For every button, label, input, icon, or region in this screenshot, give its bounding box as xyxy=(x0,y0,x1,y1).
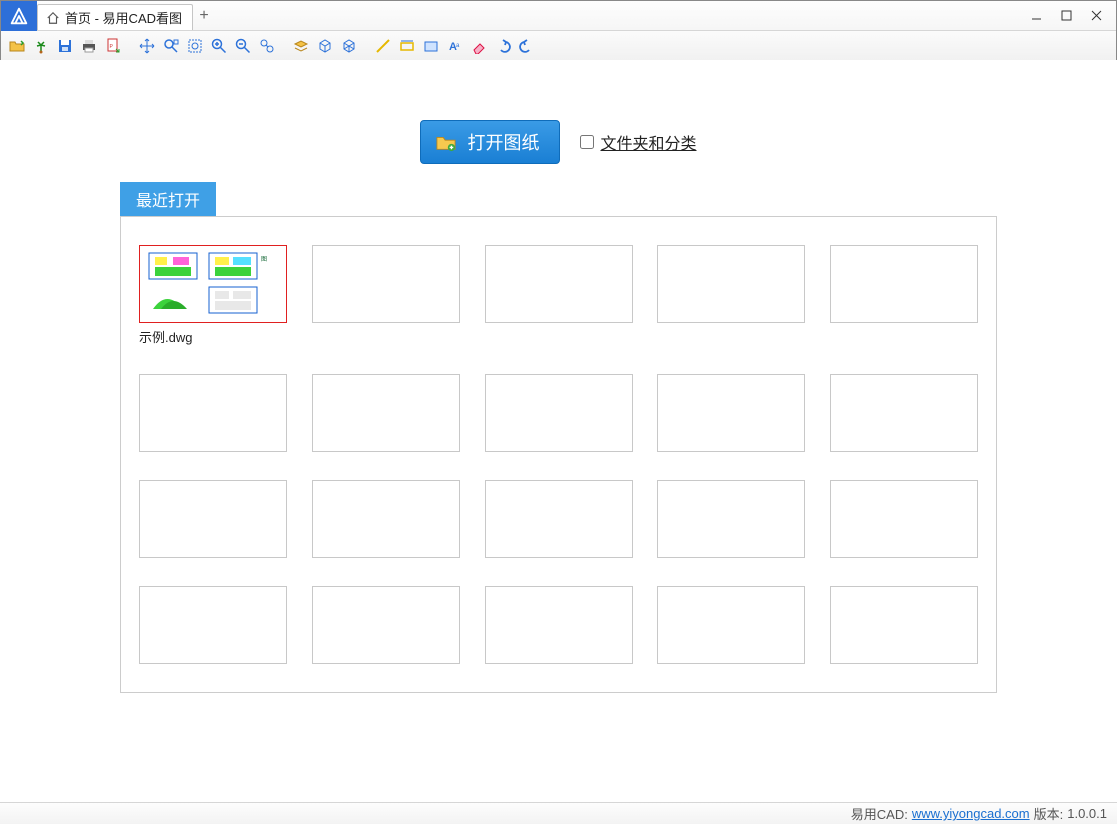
empty-slot xyxy=(312,245,460,323)
folder-category-checkbox[interactable] xyxy=(580,135,594,149)
footer-link[interactable]: www.yiyongcad.com xyxy=(912,806,1030,821)
empty-slot xyxy=(657,245,805,323)
maximize-button[interactable] xyxy=(1052,5,1080,27)
minimize-button[interactable] xyxy=(1022,5,1050,27)
zoom-in-icon[interactable] xyxy=(209,36,229,56)
measure-area-icon[interactable] xyxy=(421,36,441,56)
recent-slot xyxy=(312,374,460,452)
open-folder-icon[interactable] xyxy=(7,36,27,56)
footer-version: 1.0.0.1 xyxy=(1067,806,1107,821)
recent-slot xyxy=(657,480,805,558)
footer-brand: 易用CAD: xyxy=(851,804,908,823)
tab-home[interactable]: 首页 - 易用CAD看图 xyxy=(37,4,193,30)
zoom-out-icon[interactable] xyxy=(233,36,253,56)
undo-icon[interactable] xyxy=(493,36,513,56)
recent-slot xyxy=(657,374,805,452)
measure-line-icon[interactable] xyxy=(373,36,393,56)
empty-slot xyxy=(312,374,460,452)
empty-slot xyxy=(485,480,633,558)
recent-slot xyxy=(830,480,978,558)
home-icon xyxy=(46,11,60,25)
recent-slot xyxy=(139,480,287,558)
empty-slot xyxy=(312,586,460,664)
recent-slot xyxy=(485,374,633,452)
palm-icon[interactable] xyxy=(31,36,51,56)
export-pdf-icon[interactable]: P xyxy=(103,36,123,56)
status-bar: 易用CAD: www.yiyongcad.com 版本: 1.0.0.1 xyxy=(0,802,1117,824)
print-icon[interactable] xyxy=(79,36,99,56)
measure-rect-icon[interactable] xyxy=(397,36,417,56)
zoom-extents-icon[interactable] xyxy=(161,36,181,56)
svg-text:图: 图 xyxy=(261,256,267,263)
recent-slot xyxy=(830,245,978,346)
toolbar: P Aa xyxy=(1,31,1116,61)
empty-slot xyxy=(657,480,805,558)
recent-slot xyxy=(830,374,978,452)
redo-icon[interactable] xyxy=(517,36,537,56)
empty-slot xyxy=(139,586,287,664)
save-icon[interactable] xyxy=(55,36,75,56)
empty-slot xyxy=(312,480,460,558)
main-area: 打开图纸 文件夹和分类 最近打开 图 示例.dwg xyxy=(0,60,1117,802)
empty-slot xyxy=(139,374,287,452)
recent-slot xyxy=(139,374,287,452)
open-drawing-button[interactable]: 打开图纸 xyxy=(420,120,560,164)
recent-slot xyxy=(657,586,805,664)
tab-title: 首页 - 易用CAD看图 xyxy=(65,8,182,27)
window-controls xyxy=(1022,1,1116,30)
app-logo xyxy=(1,1,37,31)
folder-category-label: 文件夹和分类 xyxy=(600,130,696,154)
recent-slot[interactable]: 图 示例.dwg xyxy=(139,245,287,346)
eraser-icon[interactable] xyxy=(469,36,489,56)
recent-slot xyxy=(312,586,460,664)
recent-slot xyxy=(312,245,460,346)
pan-icon[interactable] xyxy=(137,36,157,56)
recent-slot xyxy=(485,245,633,346)
empty-slot xyxy=(485,374,633,452)
zoom-realtime-icon[interactable] xyxy=(257,36,277,56)
close-button[interactable] xyxy=(1082,5,1110,27)
empty-slot xyxy=(485,245,633,323)
svg-text:a: a xyxy=(456,43,460,49)
3d-wire-icon[interactable] xyxy=(339,36,359,56)
open-folder-icon xyxy=(435,132,457,152)
recent-slot xyxy=(830,586,978,664)
empty-slot xyxy=(830,245,978,323)
recent-open-tab: 最近打开 xyxy=(120,182,216,216)
zoom-window-icon[interactable] xyxy=(185,36,205,56)
recent-thumbnail[interactable]: 图 xyxy=(139,245,287,323)
footer-version-label: 版本: xyxy=(1034,804,1064,823)
folder-category-toggle[interactable]: 文件夹和分类 xyxy=(580,130,696,154)
recent-panel: 图 示例.dwg xyxy=(120,216,997,693)
text-annot-icon[interactable]: Aa xyxy=(445,36,465,56)
recent-filename: 示例.dwg xyxy=(139,327,287,346)
empty-slot xyxy=(657,374,805,452)
recent-slot xyxy=(485,480,633,558)
empty-slot xyxy=(485,586,633,664)
empty-slot xyxy=(657,586,805,664)
3d-box-icon[interactable] xyxy=(315,36,335,56)
empty-slot xyxy=(830,374,978,452)
new-tab-button[interactable]: + xyxy=(193,1,215,30)
title-bar: 首页 - 易用CAD看图 + xyxy=(1,1,1116,31)
recent-slot xyxy=(139,586,287,664)
recent-slot xyxy=(657,245,805,346)
open-drawing-label: 打开图纸 xyxy=(467,129,539,155)
empty-slot xyxy=(830,586,978,664)
empty-slot xyxy=(139,480,287,558)
empty-slot xyxy=(830,480,978,558)
recent-slot xyxy=(485,586,633,664)
layer-icon[interactable] xyxy=(291,36,311,56)
recent-slot xyxy=(312,480,460,558)
